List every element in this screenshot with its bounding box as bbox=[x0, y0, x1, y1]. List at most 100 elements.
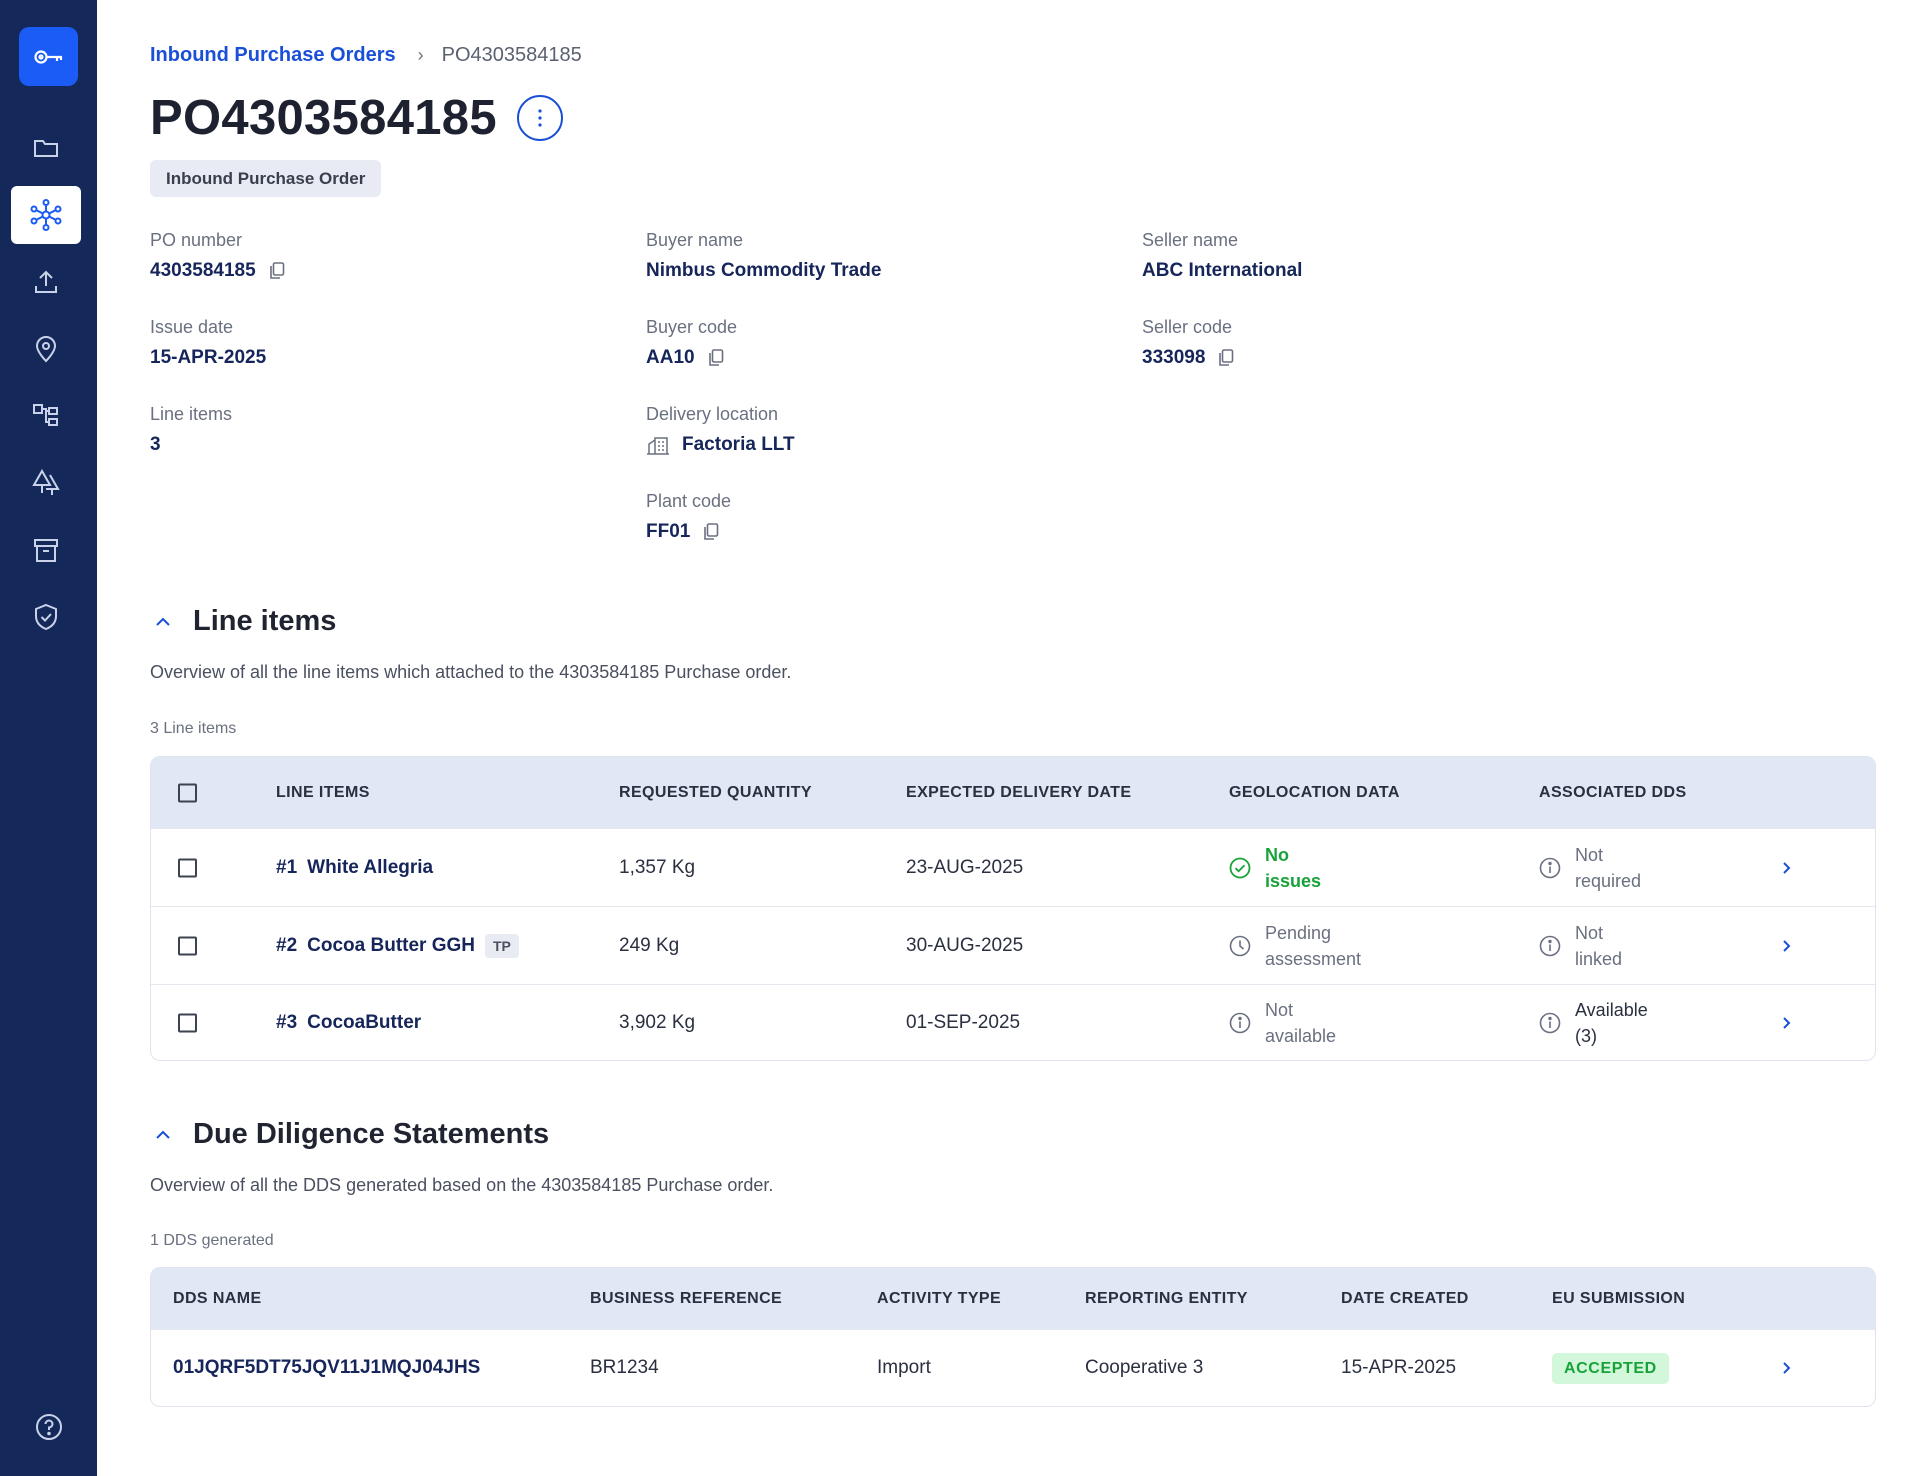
dds-section-header[interactable]: Due Diligence Statements bbox=[150, 1118, 549, 1151]
chevron-right-icon[interactable] bbox=[1782, 861, 1791, 875]
status-badge: ACCEPTED bbox=[1552, 1353, 1669, 1384]
column-header[interactable]: ACTIVITY TYPE bbox=[877, 1290, 1001, 1308]
date-created: 15-APR-2025 bbox=[1341, 1357, 1457, 1378]
sidebar-item-network[interactable] bbox=[11, 186, 81, 244]
help-circle-icon[interactable] bbox=[35, 1413, 63, 1446]
chevron-up-icon[interactable] bbox=[155, 617, 177, 627]
upload-icon bbox=[35, 270, 57, 293]
sidebar-item-upload[interactable] bbox=[11, 253, 81, 311]
associated-dds-status: Not required bbox=[1539, 842, 1685, 894]
field-label: Issue date bbox=[150, 317, 234, 337]
field-buyer-code: Buyer code AA10 bbox=[646, 317, 737, 369]
copy-icon[interactable] bbox=[703, 523, 719, 541]
chevron-right-icon[interactable] bbox=[1782, 1016, 1791, 1030]
requested-quantity: 1,357 Kg bbox=[619, 856, 696, 878]
plant-code-value: FF01 bbox=[646, 521, 691, 542]
row-checkbox[interactable] bbox=[178, 858, 197, 877]
dds-name[interactable]: 01JQRF5DT75JQV11J1MQJ04JHS bbox=[173, 1357, 480, 1379]
breadcrumb-separator: › bbox=[417, 45, 424, 65]
breadcrumb-parent-link[interactable]: Inbound Purchase Orders bbox=[150, 44, 396, 67]
row-checkbox[interactable] bbox=[178, 1013, 197, 1032]
geolocation-status: Not available bbox=[1229, 997, 1375, 1049]
column-header[interactable]: LINE ITEMS bbox=[276, 784, 370, 802]
field-buyer-name: Buyer name Nimbus Commodity Trade bbox=[646, 230, 881, 282]
copy-icon[interactable] bbox=[269, 262, 285, 280]
trees-icon bbox=[32, 469, 60, 495]
check-circle-icon bbox=[1229, 857, 1251, 879]
delivery-location-value[interactable]: Factoria LLT bbox=[682, 434, 795, 456]
copy-icon[interactable] bbox=[1218, 349, 1234, 367]
line-items-section-header[interactable]: Line items bbox=[150, 605, 336, 638]
chevron-right-icon[interactable] bbox=[1782, 1361, 1791, 1375]
field-value: Factoria LLT bbox=[646, 434, 795, 456]
associated-dds-status: Available (3) bbox=[1539, 997, 1685, 1049]
field-seller-name: Seller name ABC International bbox=[1142, 230, 1302, 282]
more-vertical-icon bbox=[538, 109, 542, 127]
table-row[interactable]: #1 White Allegria 1,357 Kg 23-AUG-2025 N… bbox=[151, 828, 1875, 906]
table-row[interactable]: #3 CocoaButter 3,902 Kg 01-SEP-2025 Not a… bbox=[151, 984, 1875, 1060]
column-header[interactable]: DATE CREATED bbox=[1341, 1290, 1469, 1308]
column-header[interactable]: EU SUBMISSION bbox=[1552, 1290, 1685, 1308]
chevron-right-icon[interactable] bbox=[1782, 939, 1791, 953]
line-items-value: 3 bbox=[150, 434, 161, 455]
field-label: Seller name bbox=[1142, 230, 1239, 250]
location-pin-icon bbox=[35, 336, 57, 363]
column-header[interactable]: BUSINESS REFERENCE bbox=[590, 1290, 782, 1308]
field-po-number: PO number 4303584185 bbox=[150, 230, 285, 282]
column-header[interactable]: DDS NAME bbox=[173, 1290, 262, 1308]
sidebar-item-hierarchy[interactable] bbox=[11, 387, 81, 445]
table-header: DDS NAME BUSINESS REFERENCE ACTIVITY TYP… bbox=[151, 1268, 1875, 1329]
section-title: Due Diligence Statements bbox=[193, 1118, 550, 1150]
column-header[interactable]: ASSOCIATED DDS bbox=[1539, 784, 1687, 802]
expected-delivery-date: 01-SEP-2025 bbox=[906, 1011, 1021, 1033]
sidebar-item-archive[interactable] bbox=[11, 521, 81, 579]
status-line: Available bbox=[1575, 999, 1648, 1020]
info-icon bbox=[1539, 857, 1561, 879]
shield-check-icon bbox=[35, 603, 57, 631]
field-label: Delivery location bbox=[646, 404, 779, 424]
status-line: Not bbox=[1575, 922, 1604, 943]
copy-icon[interactable] bbox=[708, 349, 724, 367]
seller-name-value: ABC International bbox=[1142, 260, 1303, 281]
type-tag: Inbound Purchase Order bbox=[150, 160, 382, 197]
select-all-checkbox[interactable] bbox=[178, 783, 197, 802]
field-label: Buyer name bbox=[646, 230, 744, 250]
line-item-name[interactable]: #3 CocoaButter bbox=[276, 1012, 421, 1034]
field-issue-date: Issue date 15-APR-2025 bbox=[150, 317, 266, 369]
line-item-name[interactable]: #2 Cocoa Butter GGH TP bbox=[276, 933, 519, 958]
status-line: Not bbox=[1265, 999, 1294, 1020]
column-header[interactable]: REPORTING ENTITY bbox=[1085, 1290, 1248, 1308]
column-header[interactable]: REQUESTED QUANTITY bbox=[619, 784, 812, 802]
sidebar-item-shield[interactable] bbox=[11, 588, 81, 646]
field-delivery-location: Delivery location Factoria LLT bbox=[646, 404, 795, 456]
table-row[interactable]: 01JQRF5DT75JQV11J1MQJ04JHS BR1234 Import… bbox=[151, 1329, 1875, 1406]
line-item-label: CocoaButter bbox=[307, 1011, 422, 1033]
geolocation-status: Pending assessment bbox=[1229, 920, 1375, 972]
info-icon bbox=[1229, 1012, 1251, 1034]
field-label: Seller code bbox=[1142, 317, 1233, 337]
associated-dds-status: Not linked bbox=[1539, 920, 1685, 972]
column-header[interactable]: GEOLOCATION DATA bbox=[1229, 784, 1400, 802]
more-options-button[interactable] bbox=[516, 95, 563, 141]
column-header[interactable]: EXPECTED DELIVERY DATE bbox=[906, 784, 1131, 802]
sidebar-item-location[interactable] bbox=[11, 320, 81, 378]
breadcrumb-current: PO4303584185 bbox=[441, 44, 582, 66]
row-checkbox[interactable] bbox=[178, 936, 197, 955]
field-value: FF01 bbox=[646, 521, 731, 543]
sidebar-item-trees[interactable] bbox=[11, 454, 81, 512]
line-item-number: #1 bbox=[276, 856, 298, 878]
key-icon[interactable] bbox=[19, 27, 78, 86]
table-row[interactable]: #2 Cocoa Butter GGH TP 249 Kg 30-AUG-202… bbox=[151, 906, 1875, 984]
sidebar bbox=[0, 0, 97, 1476]
chevron-up-icon[interactable] bbox=[155, 1130, 177, 1140]
requested-quantity: 3,902 Kg bbox=[619, 1011, 696, 1033]
activity-type: Import bbox=[877, 1357, 931, 1378]
sidebar-item-folder[interactable] bbox=[11, 119, 81, 177]
building-icon bbox=[646, 435, 670, 455]
clock-icon bbox=[1229, 935, 1251, 957]
info-icon bbox=[1539, 935, 1561, 957]
field-label: Line items bbox=[150, 404, 233, 424]
field-plant-code: Plant code FF01 bbox=[646, 491, 731, 543]
line-item-name[interactable]: #1 White Allegria bbox=[276, 857, 433, 879]
line-item-number: #3 bbox=[276, 1011, 298, 1033]
